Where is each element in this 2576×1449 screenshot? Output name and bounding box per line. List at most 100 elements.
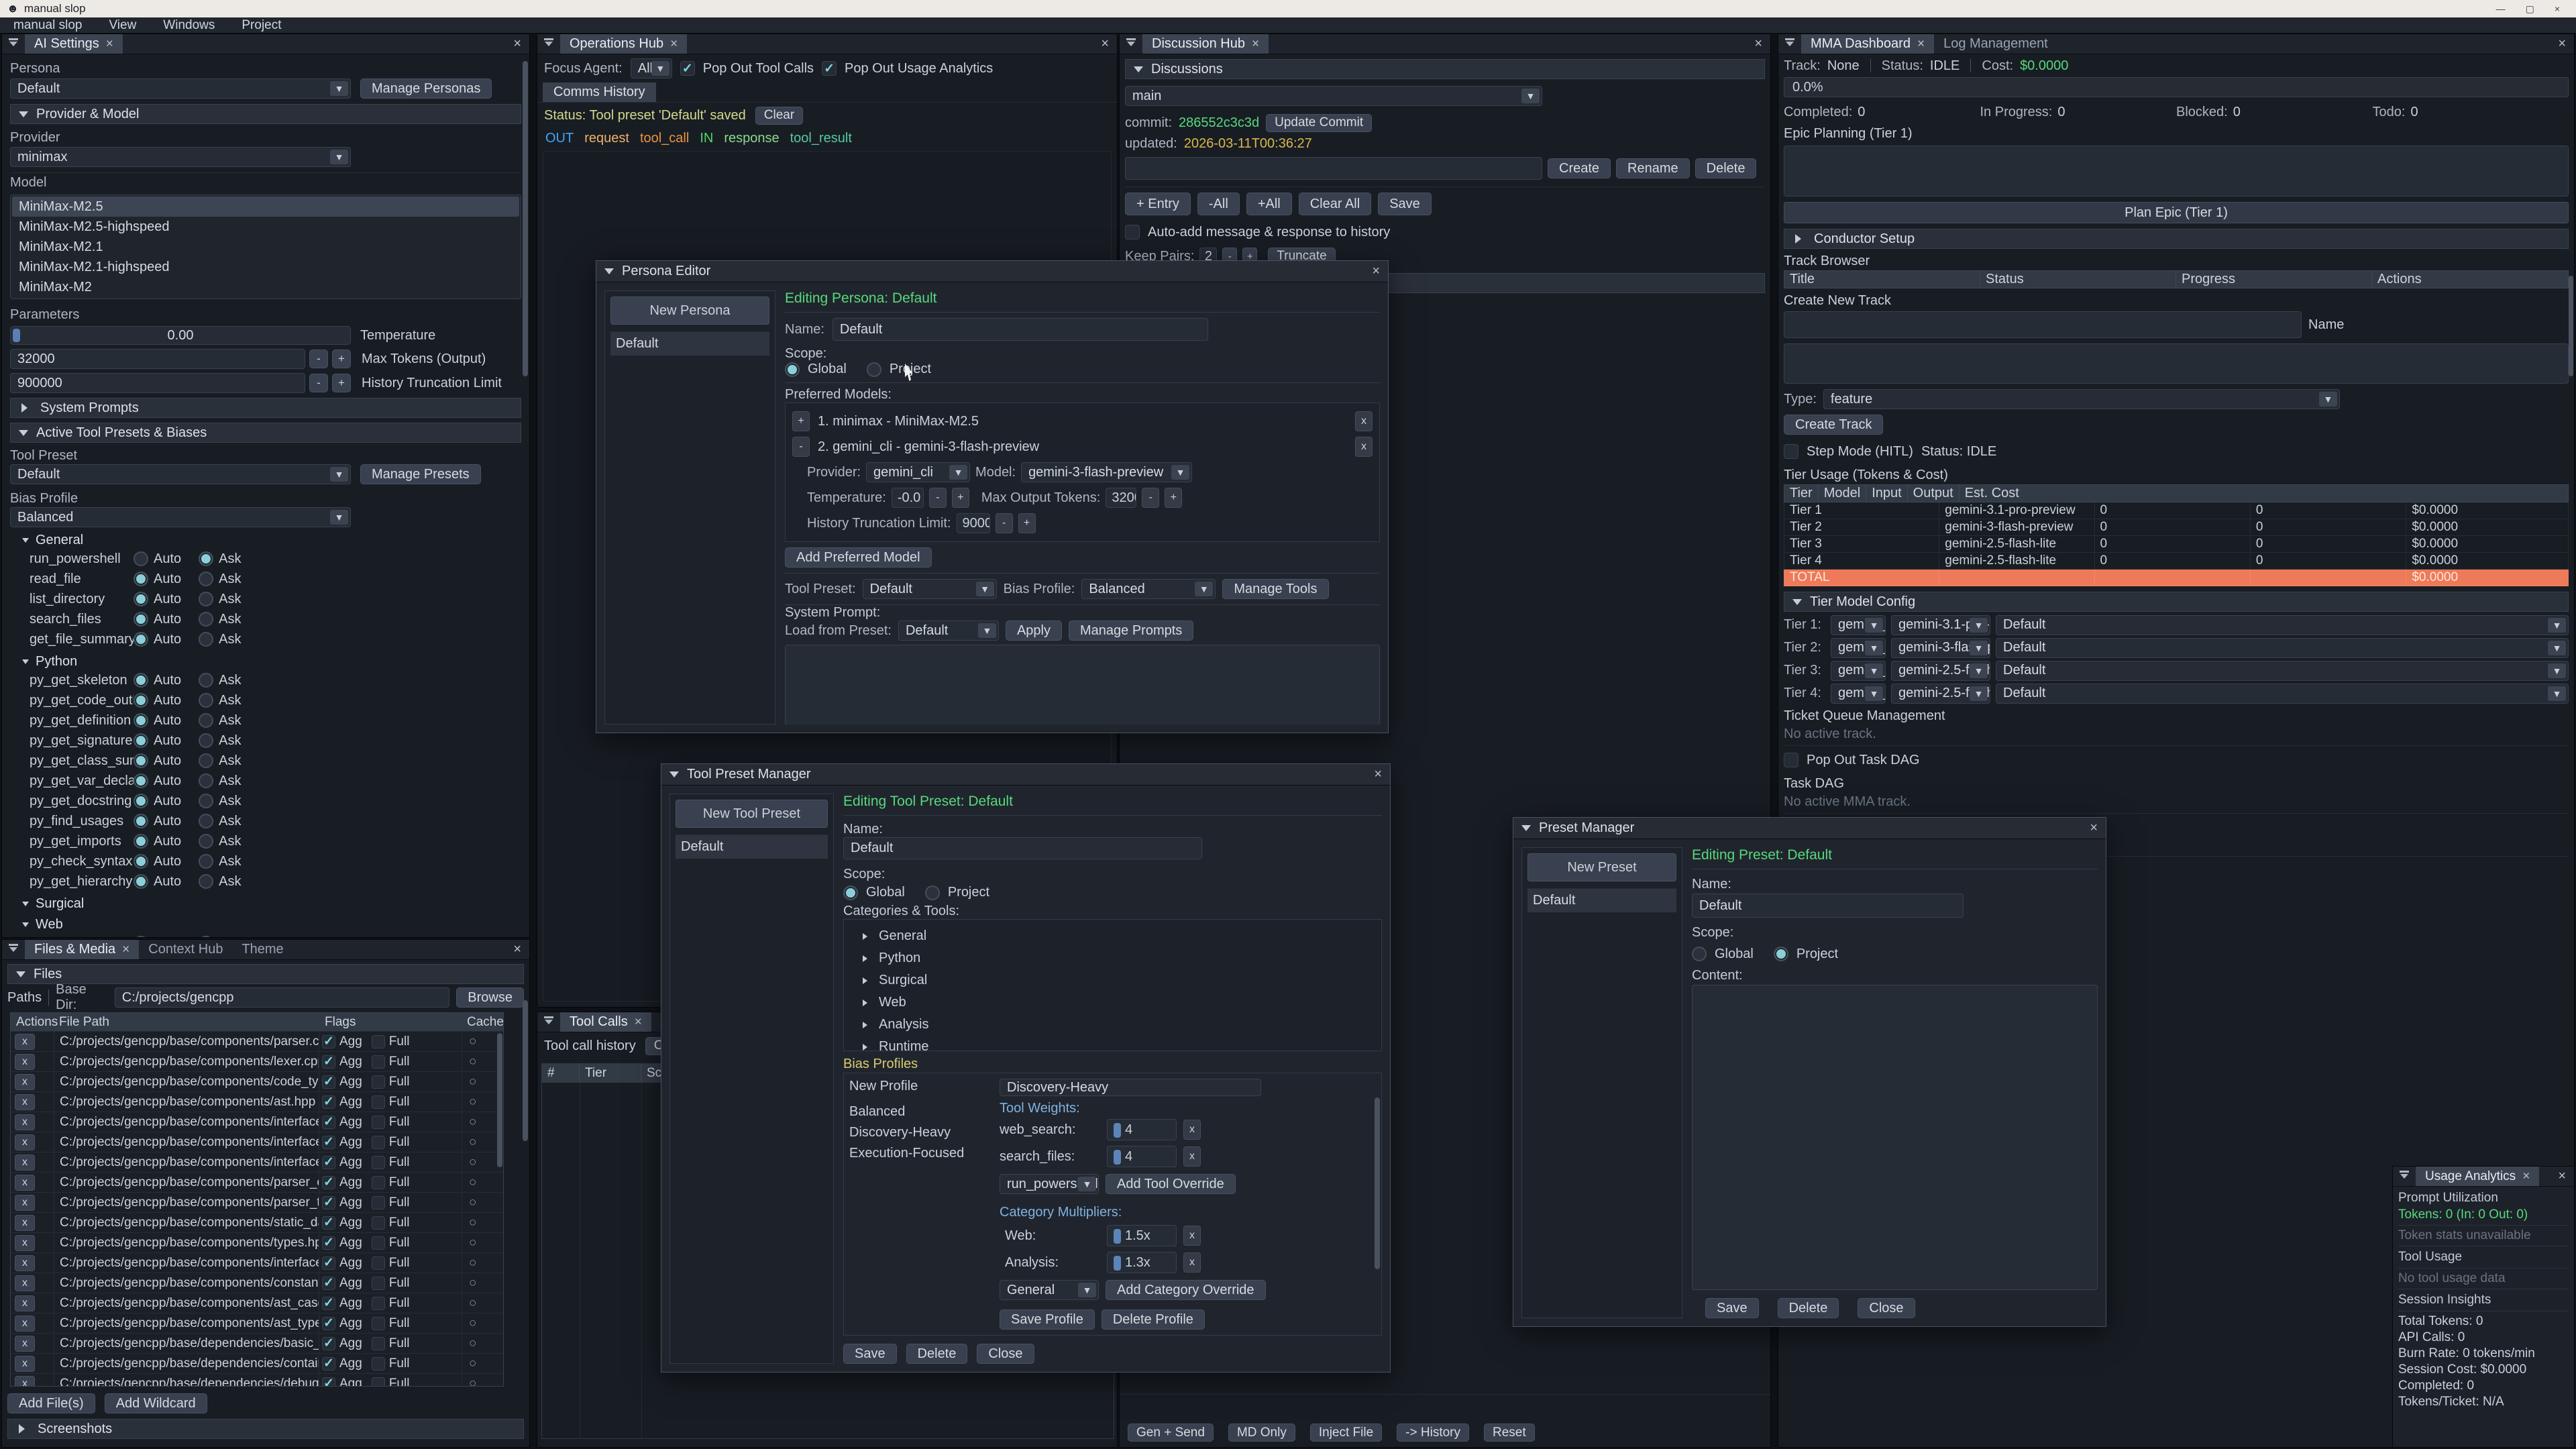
remove-file-button[interactable]: x — [15, 1336, 35, 1352]
tier-persona-select[interactable]: Default ▼ — [1996, 661, 2569, 681]
auto-radio[interactable] — [133, 612, 148, 627]
remove-file-button[interactable]: x — [15, 1134, 35, 1150]
tool-override-select[interactable]: run_powershell ▼ — [1000, 1174, 1099, 1194]
tab-tool-calls[interactable]: Tool Calls × — [560, 1012, 651, 1032]
agg-checkbox[interactable]: ✓ — [322, 1035, 335, 1049]
auto-radio[interactable] — [133, 814, 148, 828]
tab-comms-history[interactable]: Comms History — [543, 83, 656, 102]
full-checkbox[interactable]: ✓ — [372, 1196, 385, 1210]
agg-checkbox[interactable]: ✓ — [322, 1156, 335, 1169]
add-preferred-model-button[interactable]: Add Preferred Model — [785, 547, 932, 568]
update-commit-button[interactable]: Update Commit — [1266, 114, 1372, 132]
remove-weight-button[interactable]: x — [1183, 1120, 1201, 1140]
tool-group-header[interactable]: General — [10, 531, 521, 549]
hist-plus-button[interactable]: + — [1018, 513, 1036, 533]
agg-checkbox[interactable]: ✓ — [322, 1317, 335, 1330]
create-track-button[interactable]: Create Track — [1784, 415, 1883, 435]
auto-radio[interactable] — [133, 733, 148, 748]
auto-radio[interactable] — [133, 834, 148, 849]
persona-name-input[interactable]: Default — [833, 318, 1208, 341]
ask-radio[interactable] — [199, 874, 213, 889]
pm-provider-select[interactable]: gemini_cli ▼ — [866, 462, 970, 482]
agg-checkbox[interactable]: ✓ — [322, 1136, 335, 1149]
add-wildcard-button[interactable]: Add Wildcard — [105, 1393, 207, 1413]
full-checkbox[interactable]: ✓ — [372, 1277, 385, 1290]
dialog-close-icon[interactable]: × — [1372, 264, 1380, 279]
full-checkbox[interactable]: ✓ — [372, 1337, 385, 1350]
save-button[interactable]: Save — [1705, 1298, 1759, 1318]
auto-radio[interactable] — [133, 592, 148, 606]
maxtok-minus-button[interactable]: - — [1142, 488, 1159, 508]
files-section[interactable]: Files — [7, 964, 524, 984]
persona-list-item[interactable]: Default — [610, 331, 769, 356]
temperature-slider[interactable]: 0.00 — [10, 326, 351, 345]
full-checkbox[interactable]: ✓ — [372, 1216, 385, 1230]
track-name-input[interactable] — [1784, 311, 2302, 338]
history-minus-button[interactable]: - — [309, 374, 328, 392]
new-profile-button[interactable]: New Profile — [849, 1079, 991, 1104]
tab-close-icon[interactable]: × — [635, 1015, 642, 1030]
tab-theme[interactable]: Theme — [232, 940, 292, 959]
panel-collapse-icon[interactable] — [537, 1012, 560, 1032]
remove-file-button[interactable]: x — [15, 1356, 35, 1372]
ask-radio[interactable] — [199, 632, 213, 647]
pe-tool-preset-select[interactable]: Default ▼ — [863, 579, 997, 599]
tab-close-icon[interactable]: × — [122, 943, 129, 957]
manage-tools-button[interactable]: Manage Tools — [1222, 579, 1328, 599]
model-list-item[interactable]: MiniMax-M2.5-highspeed — [12, 217, 519, 237]
ask-radio[interactable] — [199, 592, 213, 606]
epic-planning-textarea[interactable] — [1784, 146, 2569, 197]
category-row[interactable]: Analysis — [851, 1014, 1375, 1036]
temp-minus-button[interactable]: - — [929, 488, 947, 508]
step-mode-checkbox[interactable]: ✓ — [1784, 444, 1799, 459]
category-row[interactable]: Surgical — [851, 969, 1375, 991]
tab-close-icon[interactable]: × — [670, 37, 678, 52]
panel-close-icon[interactable]: × — [1754, 36, 1762, 52]
pm-history-input[interactable]: 900000 — [957, 513, 990, 533]
minimize-icon[interactable]: — — [2496, 3, 2506, 14]
tab-log-management[interactable]: Log Management — [1934, 34, 2057, 54]
ask-radio[interactable] — [199, 854, 213, 869]
entry-button[interactable]: -All — [1197, 193, 1240, 215]
remove-file-button[interactable]: x — [15, 1295, 35, 1311]
full-checkbox[interactable]: ✓ — [372, 1297, 385, 1310]
tool-preset-list-item[interactable]: Default — [676, 835, 828, 859]
model-order-button[interactable]: - — [792, 437, 810, 457]
composer-button[interactable]: Reset — [1484, 1424, 1535, 1442]
clear-status-button[interactable]: Clear — [755, 107, 803, 125]
full-checkbox[interactable]: ✓ — [372, 1075, 385, 1089]
new-preset-button[interactable]: New Preset — [1527, 853, 1676, 881]
full-checkbox[interactable]: ✓ — [372, 1176, 385, 1189]
screenshots-section[interactable]: Screenshots — [7, 1419, 524, 1439]
agg-checkbox[interactable]: ✓ — [322, 1176, 335, 1189]
tab-close-icon[interactable]: × — [2522, 1169, 2530, 1184]
tool-preset-select[interactable]: Default ▼ — [10, 464, 351, 484]
manage-presets-button[interactable]: Manage Presets — [360, 464, 481, 484]
tier-provider-select[interactable]: gemini_cli ▼ — [1831, 638, 1886, 658]
scrollbar-thumb[interactable] — [497, 1033, 502, 1167]
tool-preset-name-input[interactable]: Default — [843, 837, 1202, 859]
entry-button[interactable]: Save — [1378, 193, 1432, 215]
agg-checkbox[interactable]: ✓ — [322, 1357, 335, 1371]
auto-add-checkbox[interactable]: ✓ — [1125, 225, 1140, 239]
full-checkbox[interactable]: ✓ — [372, 1055, 385, 1069]
auto-radio[interactable] — [133, 632, 148, 647]
weight-slider[interactable]: 4 — [1107, 1119, 1177, 1140]
menu-item[interactable]: manual slop — [0, 18, 95, 33]
model-list-item[interactable]: MiniMax-M2.1-highspeed — [12, 257, 519, 277]
agg-checkbox[interactable]: ✓ — [322, 1256, 335, 1270]
tier-model-select[interactable]: gemini-3-flash-preview ▼ — [1891, 638, 1990, 658]
preset-list-item[interactable]: Default — [1527, 888, 1676, 912]
browse-button[interactable]: Browse — [456, 987, 524, 1008]
focus-agent-select[interactable]: All ▼ — [631, 58, 672, 78]
remove-file-button[interactable]: x — [15, 1094, 35, 1110]
full-checkbox[interactable]: ✓ — [372, 1156, 385, 1169]
model-list-item[interactable]: MiniMax-M2.5 — [12, 197, 519, 217]
ask-radio[interactable] — [199, 572, 213, 586]
ask-radio[interactable] — [199, 936, 213, 937]
conductor-setup-section[interactable]: Conductor Setup — [1784, 229, 2569, 249]
remove-file-button[interactable]: x — [15, 1376, 35, 1387]
full-checkbox[interactable]: ✓ — [372, 1116, 385, 1129]
remove-file-button[interactable]: x — [15, 1034, 35, 1050]
temp-plus-button[interactable]: + — [952, 488, 969, 508]
